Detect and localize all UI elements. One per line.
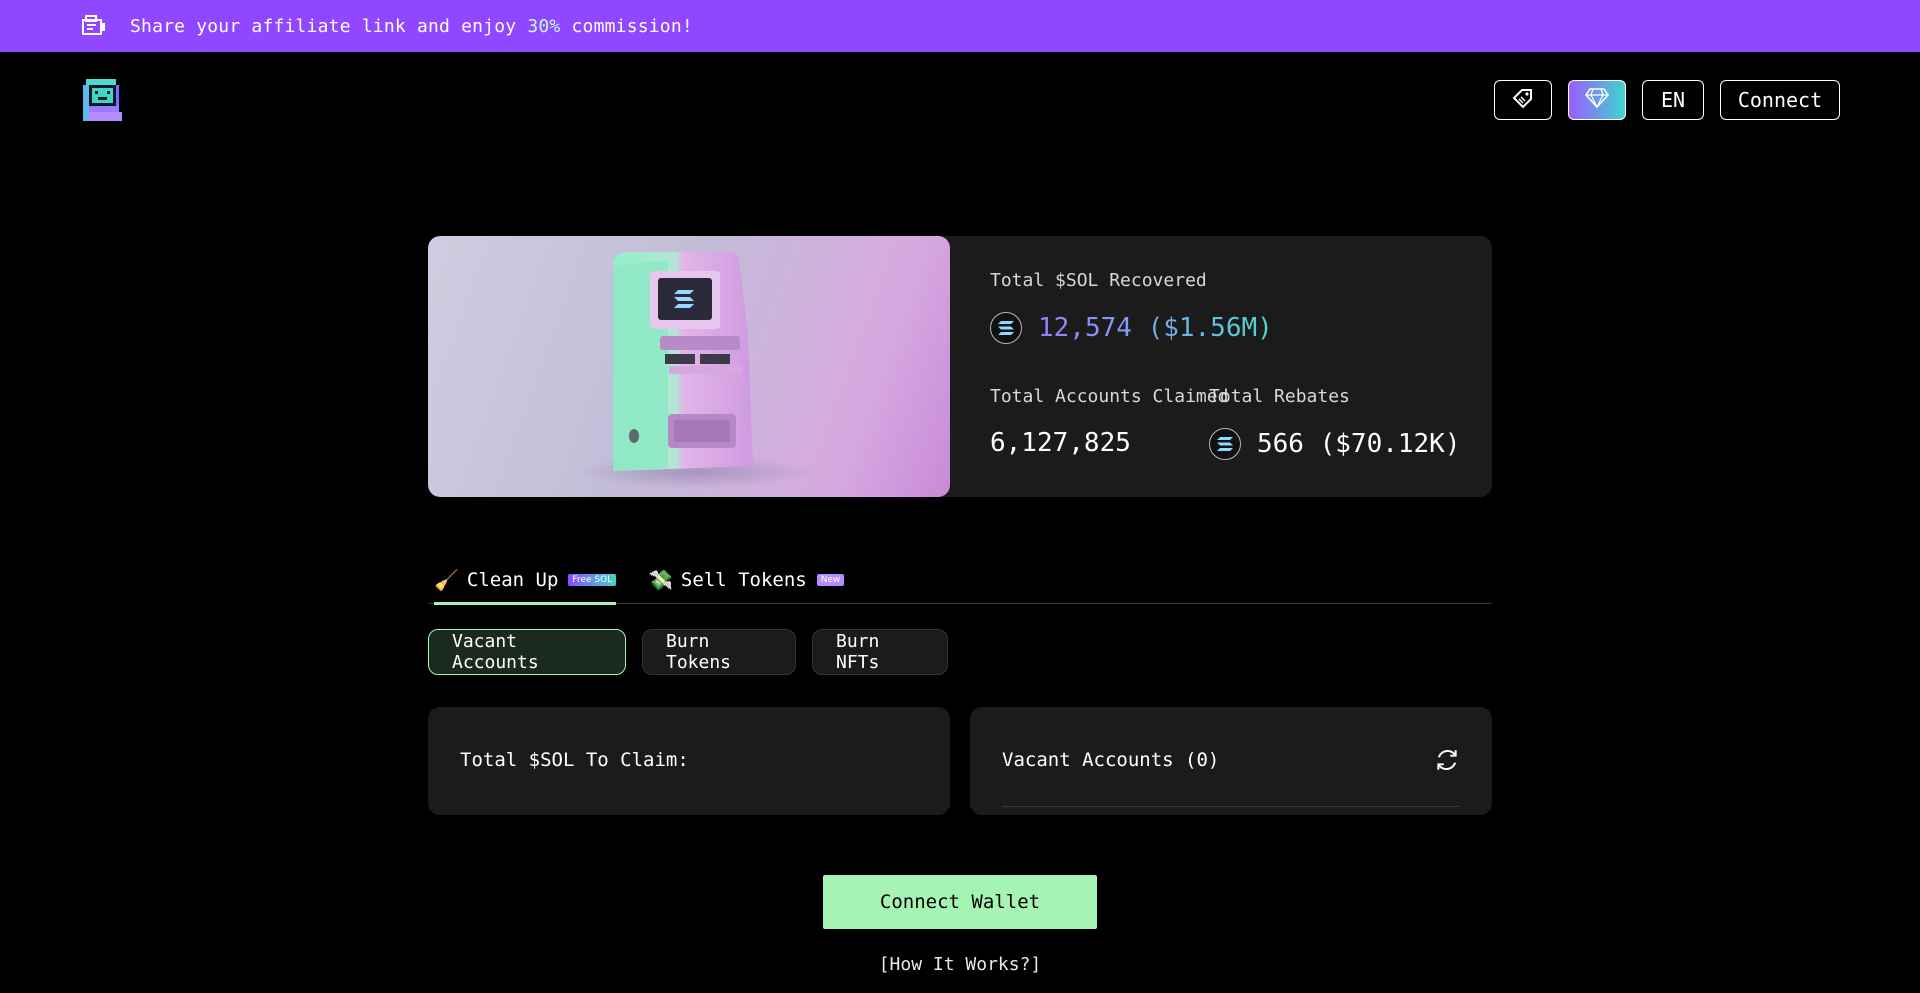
how-it-works-link[interactable]: [How It Works?] xyxy=(0,954,1920,975)
atm-hero-image xyxy=(428,236,950,497)
tab-label: Clean Up xyxy=(466,569,559,591)
tab-label: Sell Tokens xyxy=(680,569,807,591)
stats-card: Total $SOL Recovered 12,574 ($1.56M) Tot… xyxy=(428,236,1492,497)
connect-button[interactable]: Connect xyxy=(1720,80,1840,120)
main-tabs: 🧹 Clean Up Free SOL 💸 Sell Tokens New xyxy=(428,556,1492,605)
money-wings-icon: 💸 xyxy=(648,568,673,592)
language-button[interactable]: EN xyxy=(1642,80,1704,120)
diamond-icon xyxy=(1584,87,1610,114)
tab-sell-tokens[interactable]: 💸 Sell Tokens New xyxy=(648,556,845,604)
total-sol-recovered: 12,574 ($1.56M) xyxy=(990,312,1273,344)
tag-button[interactable] xyxy=(1494,80,1552,120)
subtab-vacant-accounts[interactable]: Vacant Accounts xyxy=(428,629,626,675)
free-sol-badge: Free SOL xyxy=(568,574,617,586)
subtabs: Vacant Accounts Burn Tokens Burn NFTs xyxy=(428,629,948,675)
header-actions: EN Connect xyxy=(1494,80,1840,120)
panel-divider xyxy=(1002,806,1460,807)
solana-coin-icon xyxy=(1209,428,1241,460)
connect-wallet-button[interactable]: Connect Wallet xyxy=(823,875,1097,929)
total-accounts-claimed-label: Total Accounts Claimed xyxy=(990,386,1229,407)
broom-icon: 🧹 xyxy=(434,568,459,592)
affiliate-banner[interactable]: Share your affiliate link and enjoy 30% … xyxy=(0,0,1920,52)
claim-panel: Total $SOL To Claim: xyxy=(428,707,950,815)
total-rebates-label: Total Rebates xyxy=(1209,386,1350,407)
solana-coin-icon xyxy=(990,312,1022,344)
megaphone-icon xyxy=(80,12,108,40)
total-sol-recovered-label: Total $SOL Recovered xyxy=(990,270,1207,291)
subtab-burn-tokens[interactable]: Burn Tokens xyxy=(642,629,796,675)
tab-clean-up[interactable]: 🧹 Clean Up Free SOL xyxy=(434,556,617,605)
total-rebates-value: 566 ($70.12K) xyxy=(1257,429,1461,459)
total-rebates: 566 ($70.12K) xyxy=(1209,428,1461,460)
total-sol-recovered-value: 12,574 ($1.56M) xyxy=(1038,313,1273,343)
vacant-accounts-label: Vacant Accounts (0) xyxy=(1002,749,1220,771)
new-badge: New xyxy=(816,574,845,586)
arcade-machine-logo[interactable] xyxy=(80,76,128,124)
price-tag-icon xyxy=(1511,86,1535,115)
total-accounts-claimed-value: 6,127,825 xyxy=(990,428,1131,458)
banner-highlight: 30% xyxy=(527,15,561,37)
banner-text: Share your affiliate link and enjoy 30% … xyxy=(130,15,693,37)
subtab-burn-nfts[interactable]: Burn NFTs xyxy=(812,629,948,675)
refresh-icon[interactable] xyxy=(1434,747,1460,773)
total-sol-to-claim-label: Total $SOL To Claim: xyxy=(460,749,689,771)
vacant-accounts-panel: Vacant Accounts (0) xyxy=(970,707,1492,815)
diamond-button[interactable] xyxy=(1568,80,1626,120)
